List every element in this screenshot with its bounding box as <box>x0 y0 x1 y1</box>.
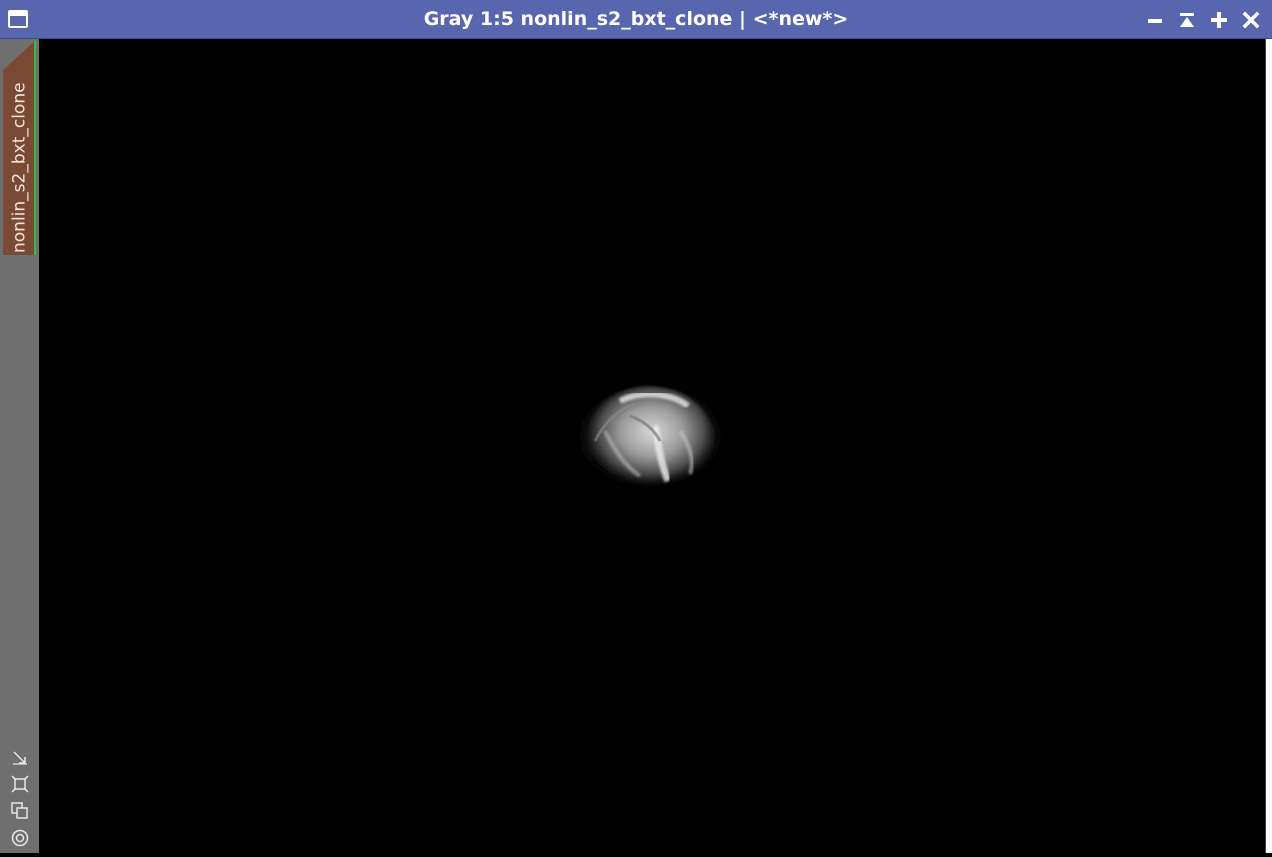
title-bar[interactable]: Gray 1:5 nonlin_s2_bxt_clone | <*new*> <box>0 0 1272 39</box>
fit-view-icon[interactable] <box>10 774 30 794</box>
zoom-to-fit-icon[interactable] <box>10 748 30 768</box>
minimize-icon[interactable] <box>1141 6 1169 34</box>
view-tab-label: nonlin_s2_bxt_clone <box>9 82 30 253</box>
view-tab[interactable]: nonlin_s2_bxt_clone <box>3 40 36 255</box>
image-window: Gray 1:5 nonlin_s2_bxt_clone | <*new*> n… <box>0 0 1272 853</box>
window-right-border <box>1265 39 1272 853</box>
window-title: Gray 1:5 nonlin_s2_bxt_clone | <*new*> <box>423 8 849 30</box>
nebula-image <box>570 380 730 492</box>
close-icon[interactable] <box>1237 6 1265 34</box>
maximize-icon[interactable] <box>1205 6 1233 34</box>
clone-icon[interactable] <box>10 801 30 821</box>
shade-icon[interactable] <box>1173 6 1201 34</box>
image-canvas[interactable] <box>39 39 1265 853</box>
target-icon[interactable] <box>10 828 30 848</box>
